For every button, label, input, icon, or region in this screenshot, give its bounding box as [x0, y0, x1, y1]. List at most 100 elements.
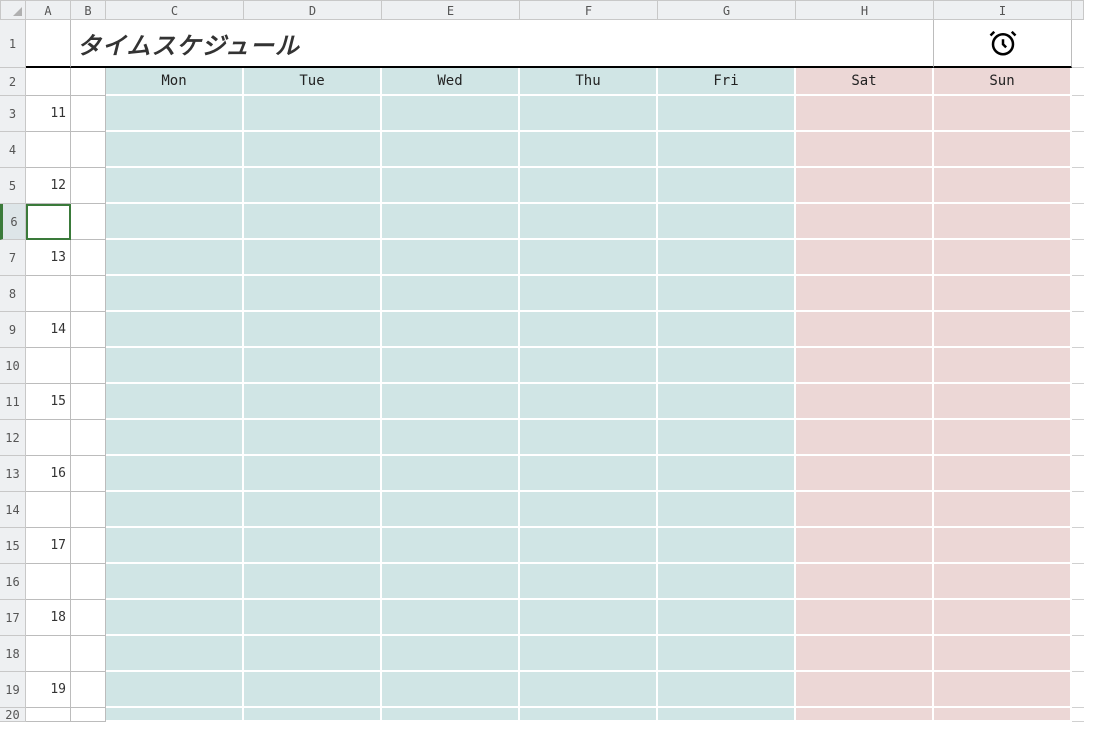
cell-G4[interactable]: [658, 132, 796, 168]
cell-D13[interactable]: [244, 456, 382, 492]
column-header-B[interactable]: B: [71, 0, 106, 20]
cell-A9[interactable]: 14: [26, 312, 71, 348]
cell-G19[interactable]: [658, 672, 796, 708]
cell-I9[interactable]: [934, 312, 1072, 348]
cell-D16[interactable]: [244, 564, 382, 600]
cell-E16[interactable]: [382, 564, 520, 600]
column-header-A[interactable]: A: [26, 0, 71, 20]
cell-I20[interactable]: [934, 708, 1072, 722]
cell-A13[interactable]: 16: [26, 456, 71, 492]
cell-E19[interactable]: [382, 672, 520, 708]
cell-A11[interactable]: 15: [26, 384, 71, 420]
cell-F11[interactable]: [520, 384, 658, 420]
cell-H15[interactable]: [796, 528, 934, 564]
cell-I12[interactable]: [934, 420, 1072, 456]
cell-G6[interactable]: [658, 204, 796, 240]
cell-B14[interactable]: [71, 492, 106, 528]
cell-E7[interactable]: [382, 240, 520, 276]
cell-C7[interactable]: [106, 240, 244, 276]
cell-H4[interactable]: [796, 132, 934, 168]
cell-E13[interactable]: [382, 456, 520, 492]
cell-H2[interactable]: Sat: [796, 68, 934, 96]
cell-F2[interactable]: Thu: [520, 68, 658, 96]
cell-E18[interactable]: [382, 636, 520, 672]
cell-E3[interactable]: [382, 96, 520, 132]
cell-A10[interactable]: [26, 348, 71, 384]
cell-I13[interactable]: [934, 456, 1072, 492]
row-header-15[interactable]: 15: [0, 528, 26, 564]
cell-F20[interactable]: [520, 708, 658, 722]
cell-B17[interactable]: [71, 600, 106, 636]
column-header-next[interactable]: [1072, 0, 1084, 20]
row-header-1[interactable]: 1: [0, 20, 26, 68]
row-header-7[interactable]: 7: [0, 240, 26, 276]
cell-E9[interactable]: [382, 312, 520, 348]
cell-I3[interactable]: [934, 96, 1072, 132]
column-header-G[interactable]: G: [658, 0, 796, 20]
cell-G13[interactable]: [658, 456, 796, 492]
cell-H14[interactable]: [796, 492, 934, 528]
row-header-9[interactable]: 9: [0, 312, 26, 348]
cell-F7[interactable]: [520, 240, 658, 276]
cell-C13[interactable]: [106, 456, 244, 492]
cell-D17[interactable]: [244, 600, 382, 636]
cell-D2[interactable]: Tue: [244, 68, 382, 96]
cell-C14[interactable]: [106, 492, 244, 528]
cell-H20[interactable]: [796, 708, 934, 722]
cell-E8[interactable]: [382, 276, 520, 312]
cell-F15[interactable]: [520, 528, 658, 564]
column-header-C[interactable]: C: [106, 0, 244, 20]
cell-I14[interactable]: [934, 492, 1072, 528]
cell-A7[interactable]: 13: [26, 240, 71, 276]
cell-A16[interactable]: [26, 564, 71, 600]
cell-A1[interactable]: [26, 20, 71, 68]
column-header-F[interactable]: F: [520, 0, 658, 20]
row-header-4[interactable]: 4: [0, 132, 26, 168]
row-header-2[interactable]: 2: [0, 68, 26, 96]
row-header-18[interactable]: 18: [0, 636, 26, 672]
row-header-6[interactable]: 6: [0, 204, 26, 240]
cell-D5[interactable]: [244, 168, 382, 204]
cell-B13[interactable]: [71, 456, 106, 492]
cell-I6[interactable]: [934, 204, 1072, 240]
cell-C9[interactable]: [106, 312, 244, 348]
cell-G3[interactable]: [658, 96, 796, 132]
cell-C12[interactable]: [106, 420, 244, 456]
cell-I2[interactable]: Sun: [934, 68, 1072, 96]
cell-I4[interactable]: [934, 132, 1072, 168]
clock-cell[interactable]: [934, 20, 1072, 68]
cell-E5[interactable]: [382, 168, 520, 204]
row-header-14[interactable]: 14: [0, 492, 26, 528]
cell-E4[interactable]: [382, 132, 520, 168]
cell-C20[interactable]: [106, 708, 244, 722]
cell-G17[interactable]: [658, 600, 796, 636]
cell-G10[interactable]: [658, 348, 796, 384]
cell-I17[interactable]: [934, 600, 1072, 636]
cell-G11[interactable]: [658, 384, 796, 420]
cell-I19[interactable]: [934, 672, 1072, 708]
cell-C16[interactable]: [106, 564, 244, 600]
cell-E15[interactable]: [382, 528, 520, 564]
cell-B12[interactable]: [71, 420, 106, 456]
row-header-16[interactable]: 16: [0, 564, 26, 600]
row-header-13[interactable]: 13: [0, 456, 26, 492]
cell-I10[interactable]: [934, 348, 1072, 384]
cell-E11[interactable]: [382, 384, 520, 420]
cell-E2[interactable]: Wed: [382, 68, 520, 96]
cell-A4[interactable]: [26, 132, 71, 168]
cell-A2[interactable]: [26, 68, 71, 96]
cell-E14[interactable]: [382, 492, 520, 528]
cell-F3[interactable]: [520, 96, 658, 132]
cell-G5[interactable]: [658, 168, 796, 204]
title-cell[interactable]: タイムスケジュール: [71, 20, 934, 68]
cell-F12[interactable]: [520, 420, 658, 456]
cell-H13[interactable]: [796, 456, 934, 492]
cell-E12[interactable]: [382, 420, 520, 456]
cell-B7[interactable]: [71, 240, 106, 276]
cell-H11[interactable]: [796, 384, 934, 420]
cell-G12[interactable]: [658, 420, 796, 456]
cell-A19[interactable]: 19: [26, 672, 71, 708]
cell-C11[interactable]: [106, 384, 244, 420]
cell-H7[interactable]: [796, 240, 934, 276]
row-header-8[interactable]: 8: [0, 276, 26, 312]
